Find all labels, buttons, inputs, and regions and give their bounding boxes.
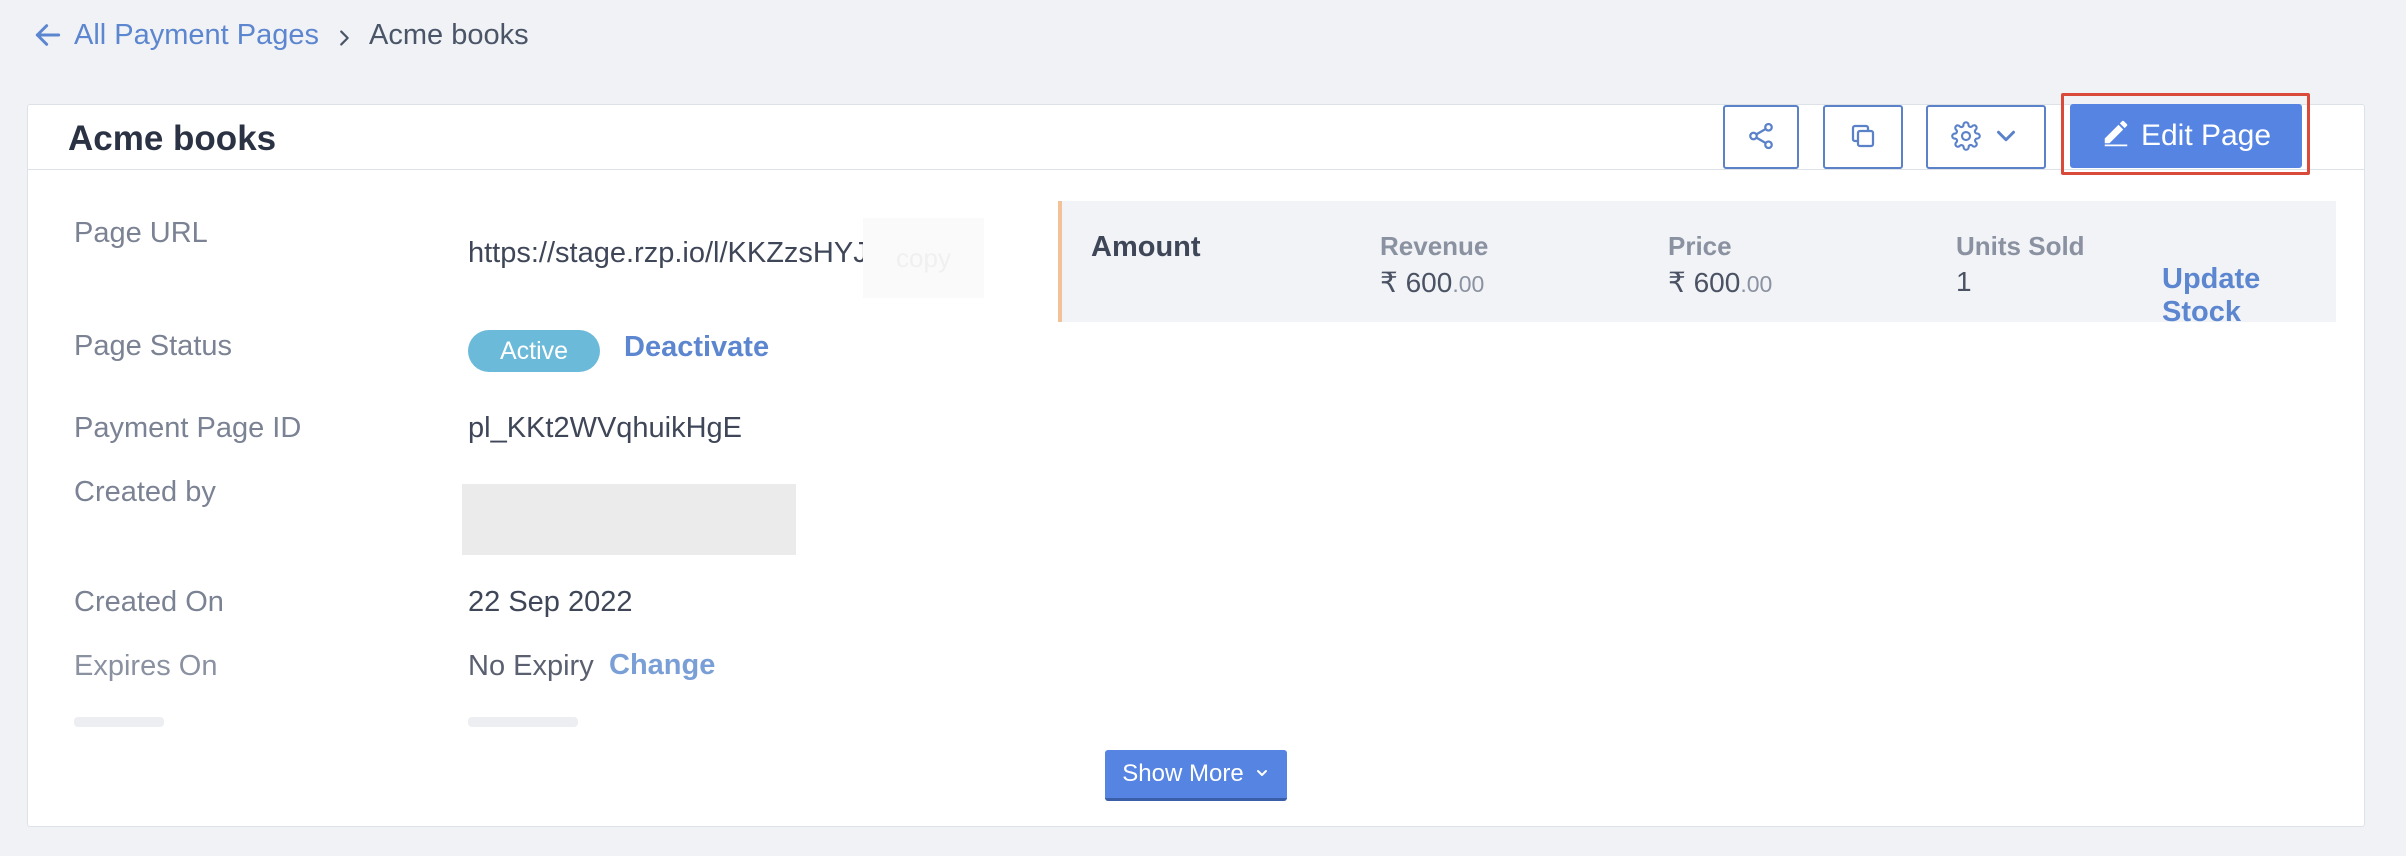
deactivate-link[interactable]: Deactivate — [624, 331, 769, 364]
share-button[interactable] — [1723, 105, 1799, 169]
created-on-label: Created On — [74, 586, 224, 618]
chevron-down-icon — [1254, 760, 1270, 788]
chevron-right-icon — [333, 24, 355, 46]
card-header: Acme books Edit Page — [28, 93, 2364, 175]
expires-on-value: No Expiry — [468, 650, 594, 682]
price-stat: Price ₹ 600.00 — [1668, 231, 1772, 299]
created-by-redacted-value — [462, 484, 796, 555]
duplicate-button[interactable] — [1823, 105, 1903, 169]
units-sold-stat: Units Sold 1 — [1956, 231, 2085, 298]
copy-url-button[interactable]: copy — [863, 218, 984, 298]
rupee-symbol: ₹ — [1380, 267, 1398, 298]
faded-overflow-row — [28, 705, 1028, 735]
price-value: ₹ 600.00 — [1668, 266, 1772, 299]
revenue-amount: 600 — [1405, 267, 1453, 298]
faded-value — [468, 717, 578, 727]
gear-icon — [1951, 120, 1981, 154]
update-stock-link[interactable]: Update Stock — [2162, 263, 2336, 329]
amount-stats-panel: Amount Revenue ₹ 600.00 Price ₹ 600.00 U… — [1058, 201, 2336, 328]
chevron-down-icon — [1991, 121, 2021, 154]
page-title: Acme books — [68, 119, 277, 158]
price-amount: 600 — [1693, 267, 1741, 298]
revenue-stat: Revenue ₹ 600.00 — [1380, 231, 1488, 299]
page-url-value[interactable]: https://stage.rzp.io/l/KKZzsHYJ — [468, 237, 868, 270]
faded-label — [74, 717, 164, 727]
pencil-icon — [2101, 117, 2131, 155]
duplicate-icon — [1848, 121, 1878, 154]
payment-page-id-value: pl_KKt2WVqhuikHgE — [468, 412, 743, 444]
edit-page-label: Edit Page — [2140, 119, 2272, 152]
price-decimal: .00 — [1740, 271, 1773, 297]
settings-dropdown-button[interactable] — [1926, 105, 2046, 169]
share-icon — [1746, 121, 1776, 154]
show-more-label: Show More — [1122, 760, 1244, 787]
arrow-left-icon[interactable] — [32, 19, 64, 51]
rupee-symbol: ₹ — [1668, 267, 1686, 298]
revenue-decimal: .00 — [1452, 271, 1485, 297]
page-status-label: Page Status — [74, 330, 232, 362]
show-more-button[interactable]: Show More — [1105, 750, 1287, 801]
stats-title: Amount — [1091, 231, 1201, 263]
breadcrumb-current-page: Acme books — [369, 18, 529, 51]
payment-page-id-label: Payment Page ID — [74, 412, 302, 444]
status-badge: Active — [468, 330, 600, 372]
units-sold-label: Units Sold — [1956, 231, 2085, 261]
edit-page-button[interactable]: Edit Page — [2070, 104, 2302, 168]
breadcrumb: All Payment Pages Acme books — [32, 14, 529, 56]
payment-page-details-card: Acme books Edit Page Page URL https://st… — [27, 93, 2365, 827]
revenue-label: Revenue — [1380, 231, 1489, 261]
revenue-value: ₹ 600.00 — [1380, 266, 1488, 299]
breadcrumb-all-payment-pages-link[interactable]: All Payment Pages — [74, 19, 319, 52]
created-on-value: 22 Sep 2022 — [468, 586, 633, 618]
expires-on-label: Expires On — [74, 650, 218, 682]
units-sold-value: 1 — [1956, 266, 1972, 297]
change-expiry-link[interactable]: Change — [609, 649, 715, 682]
price-label: Price — [1668, 231, 1732, 261]
created-by-label: Created by — [74, 476, 216, 508]
page-url-label: Page URL — [74, 217, 208, 249]
